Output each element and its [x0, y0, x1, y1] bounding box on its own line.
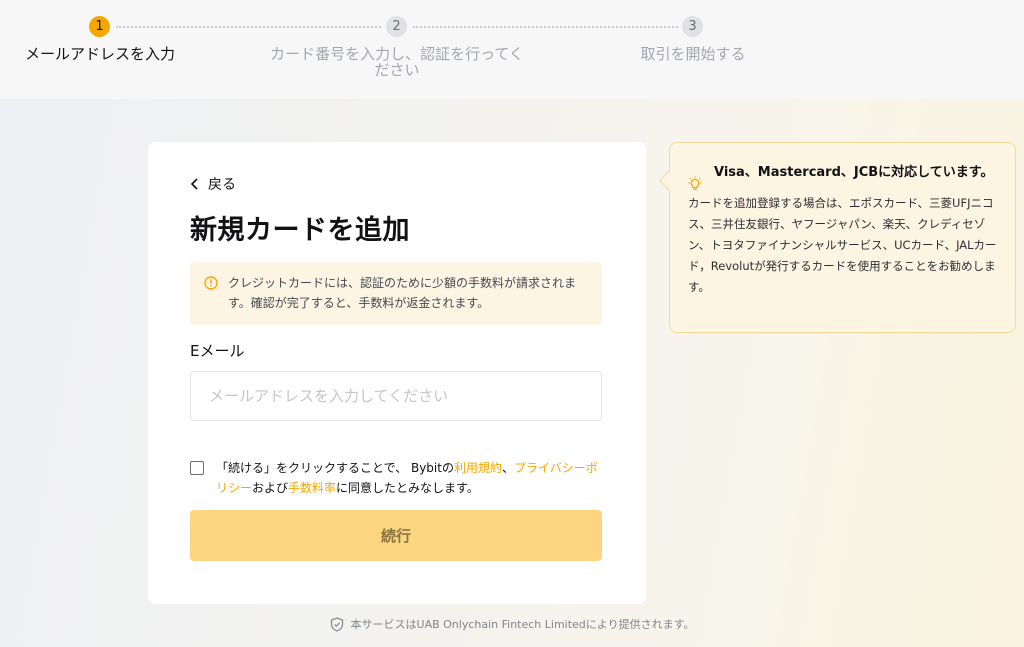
tip-body: カードを追加登録する場合は、エポスカード、三菱UFJニコス、三井住友銀行、ヤフー…	[688, 196, 997, 294]
step-1-indicator: 1	[89, 16, 110, 37]
step-2-label: カード番号を入力し、認証を行ってください	[270, 45, 524, 79]
lightbulb-icon	[688, 176, 702, 190]
terms-text-part3: に同意したとみなします。	[336, 481, 479, 495]
terms-text-separator: 、	[501, 461, 514, 475]
provider-text: 本サービスはUAB Onlychain Fintech Limitedにより提供…	[350, 618, 695, 631]
fee-rate-link[interactable]: 手数料率	[288, 481, 336, 495]
page-title: 新規カードを追加	[190, 215, 410, 246]
info-circle-icon	[204, 276, 218, 290]
supported-cards-tip: Visa、Mastercard、JCBに対応しています。 カードを追加登録する場…	[669, 142, 1016, 333]
fee-notice: クレジットカードには、認証のために少額の手数料が請求されます。確認が完了すると、…	[190, 262, 602, 325]
shield-check-icon	[330, 616, 343, 632]
progress-stepper: 1 2 3 メールアドレスを入力 カード番号を入力し、認証を行ってください 取引…	[0, 0, 1024, 99]
tip-title: Visa、Mastercard、JCBに対応しています。	[714, 165, 994, 180]
terms-text-part2: および	[252, 481, 289, 495]
continue-button[interactable]: 続行	[190, 510, 602, 561]
terms-agreement-text: 「続ける」をクリックすることで、 Bybitの利用規約、プライバシーポリシーおよ…	[190, 458, 602, 498]
email-label: Eメール	[190, 342, 245, 360]
provider-footer: 本サービスはUAB Onlychain Fintech Limitedにより提供…	[0, 616, 1024, 632]
terms-of-use-link[interactable]: 利用規約	[454, 461, 502, 475]
back-label: 戻る	[208, 177, 236, 193]
step-connector-1	[116, 26, 381, 28]
terms-checkbox[interactable]	[190, 461, 204, 475]
email-input[interactable]	[190, 371, 602, 421]
back-button[interactable]: 戻る	[190, 174, 236, 194]
chevron-left-icon	[190, 178, 198, 190]
step-3-label: 取引を開始する	[640, 45, 746, 63]
step-2-indicator: 2	[386, 16, 407, 37]
step-1-label: メールアドレスを入力	[24, 45, 175, 63]
terms-agreement: 「続ける」をクリックすることで、 Bybitの利用規約、プライバシーポリシーおよ…	[190, 458, 602, 498]
fee-notice-text: クレジットカードには、認証のために少額の手数料が請求されます。確認が完了すると、…	[228, 276, 577, 310]
step-3-indicator: 3	[682, 16, 703, 37]
terms-text-part1: 「続ける」をクリックすることで、 Bybitの	[216, 461, 454, 475]
step-connector-2	[413, 26, 678, 28]
add-card-panel: 戻る 新規カードを追加 クレジットカードには、認証のために少額の手数料が請求され…	[148, 142, 646, 604]
